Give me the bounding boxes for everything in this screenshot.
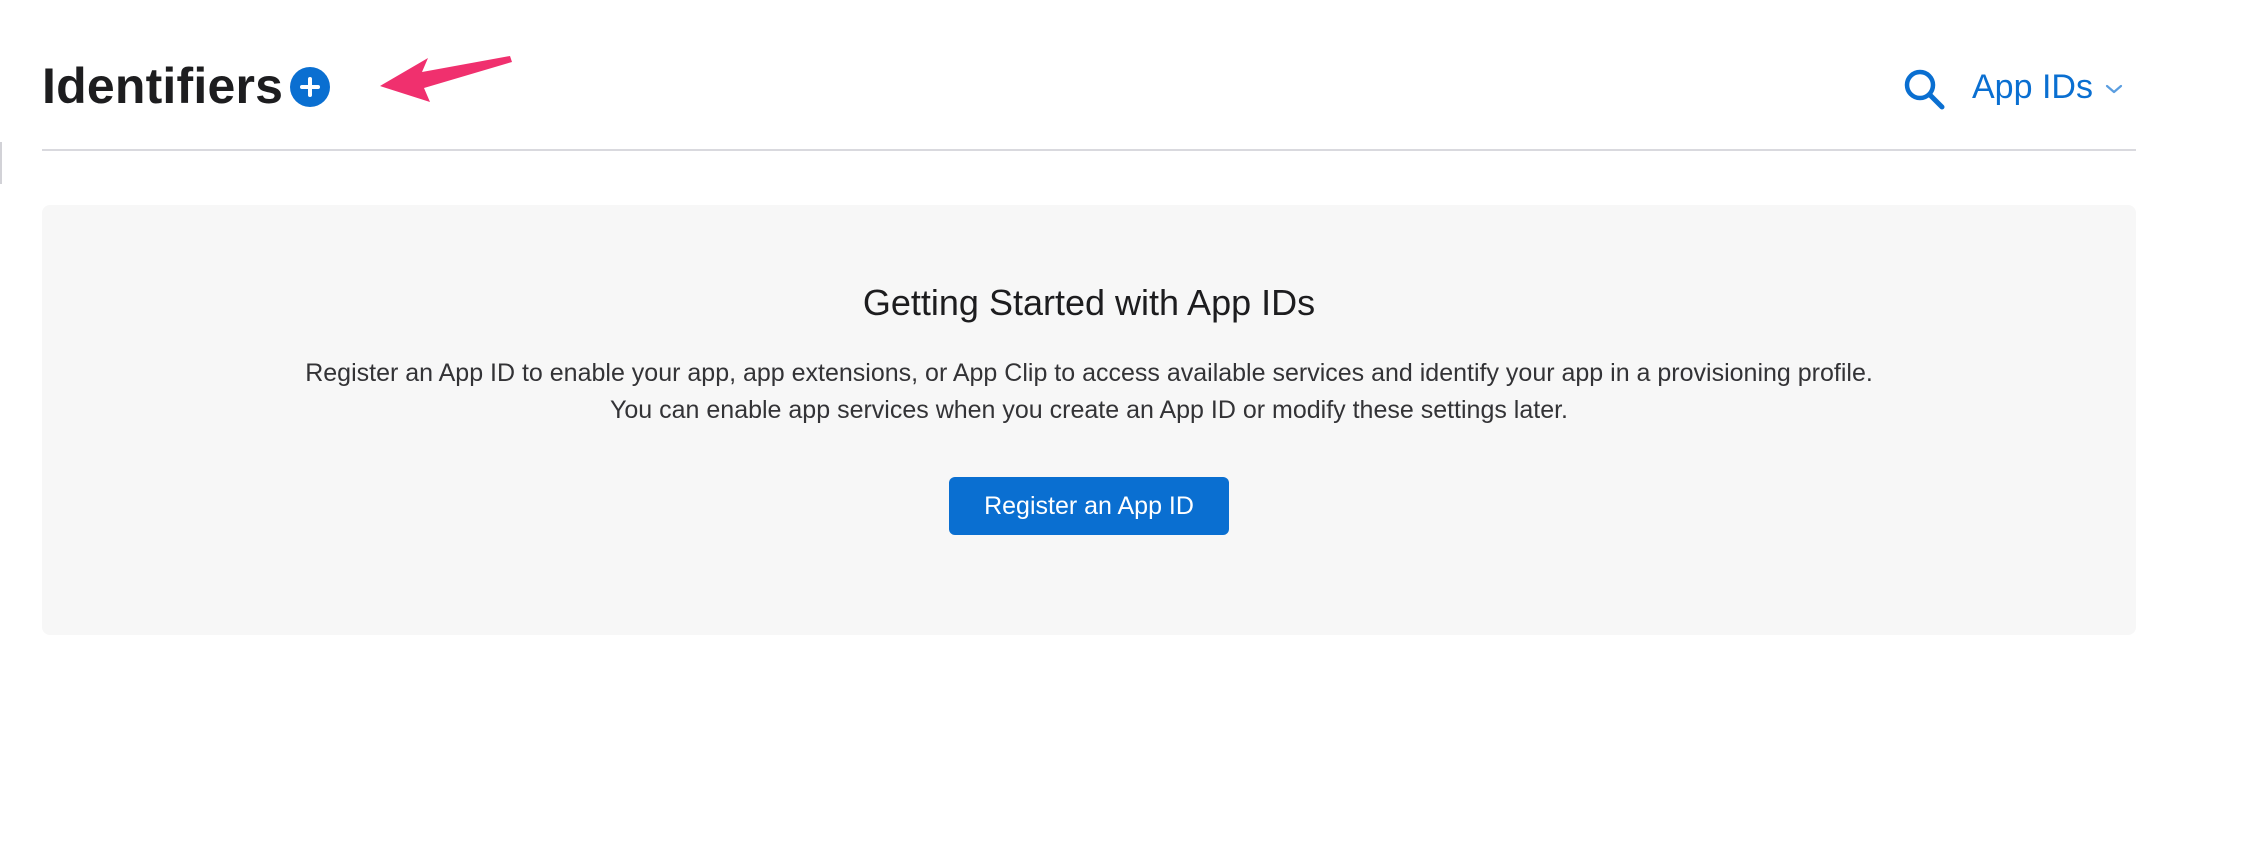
identifier-type-filter[interactable]: App IDs <box>1972 62 2123 112</box>
chevron-down-icon <box>2105 84 2123 94</box>
identifiers-page: Identifiers App IDs Getting Started with… <box>0 0 2246 842</box>
add-identifier-button[interactable] <box>290 67 330 107</box>
description-line-2: You can enable app services when you cre… <box>610 396 1568 424</box>
page-title: Identifiers <box>42 58 284 114</box>
arrow-annotation <box>380 56 512 102</box>
empty-state-title: Getting Started with App IDs <box>862 282 1316 323</box>
left-edge-divider <box>0 142 2 184</box>
search-icon <box>1904 69 1945 110</box>
empty-state-description: Register an App ID to enable your app, a… <box>42 355 2136 429</box>
getting-started-panel: Getting Started with App IDs Register an… <box>42 205 2136 635</box>
register-app-id-button[interactable]: Register an App ID <box>949 477 1229 535</box>
search-button[interactable] <box>1902 67 1946 111</box>
filter-selected-label: App IDs <box>1972 68 2093 106</box>
description-line-1: Register an App ID to enable your app, a… <box>305 359 1873 387</box>
page-header: Identifiers App IDs <box>42 0 2136 151</box>
